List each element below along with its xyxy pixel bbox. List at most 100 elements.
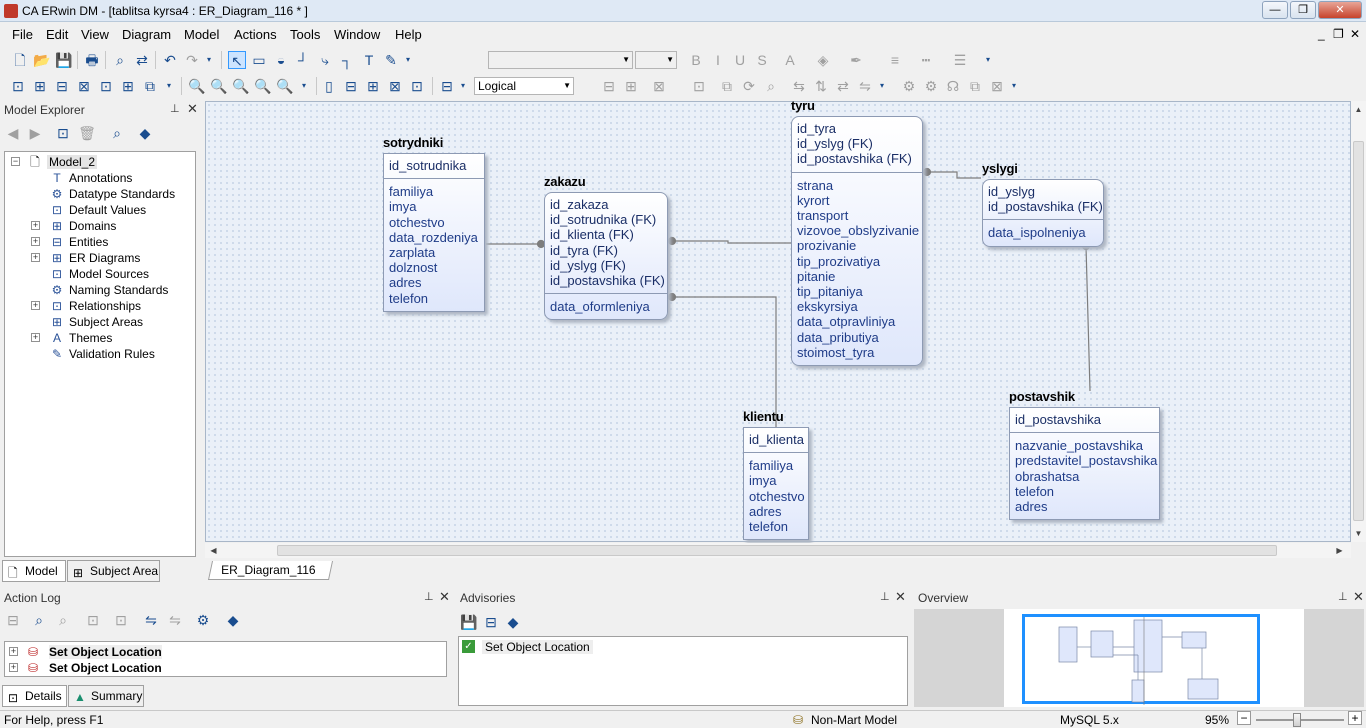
view-tool-icon[interactable]: ◒: [272, 51, 290, 69]
menu-view[interactable]: View: [81, 27, 109, 42]
primary-key-display-icon[interactable]: ⊟: [53, 77, 71, 95]
menu-help[interactable]: Help: [395, 27, 422, 42]
key-attribute[interactable]: id_sotrudnika (FK): [550, 212, 656, 227]
group-icon[interactable]: ⧉: [718, 77, 736, 95]
font-color-icon[interactable]: A: [781, 51, 799, 69]
forward-icon[interactable]: ▶: [26, 124, 44, 142]
key-attribute[interactable]: id_klienta (FK): [550, 227, 634, 242]
toolbar-overflow-icon[interactable]: ▾: [404, 51, 412, 69]
attribute[interactable]: adres: [1015, 499, 1048, 514]
fill-color-icon[interactable]: ◈: [814, 51, 832, 69]
text-block-icon[interactable]: T: [360, 51, 378, 69]
find-icon[interactable]: ⌕: [111, 51, 129, 69]
attribute[interactable]: kyrort: [797, 193, 830, 208]
open-icon[interactable]: 📂: [33, 51, 51, 69]
identifying-rel-icon[interactable]: ┘: [294, 51, 312, 69]
entity-name[interactable]: zakazu: [544, 174, 586, 189]
menu-diagram[interactable]: Diagram: [122, 27, 171, 42]
find-replace-icon[interactable]: ⇄: [133, 51, 151, 69]
details-icon[interactable]: ⊡: [112, 611, 130, 629]
line-color-icon[interactable]: ✒: [847, 51, 865, 69]
menu-window[interactable]: Window: [334, 27, 380, 42]
key-attribute[interactable]: id_postavshika (FK): [550, 273, 665, 288]
attribute[interactable]: pitanie: [797, 269, 835, 284]
definition-display-icon[interactable]: ⊡: [97, 77, 115, 95]
tree-item-relationships[interactable]: + ⊡ Relationships: [31, 298, 191, 314]
entity-name[interactable]: sotrydniki: [383, 135, 443, 150]
undo-icon[interactable]: ↶: [161, 51, 179, 69]
redo-icon[interactable]: ↷: [183, 51, 201, 69]
close-panel-icon[interactable]: ✕: [1353, 589, 1364, 605]
pin-icon[interactable]: ⊥: [424, 590, 434, 603]
expand-icon[interactable]: +: [31, 253, 40, 262]
attribute[interactable]: data_pributiya: [797, 330, 879, 345]
expand-icon[interactable]: +: [31, 221, 40, 230]
attribute[interactable]: telefon: [389, 291, 428, 306]
overview-area[interactable]: [914, 609, 1364, 707]
tree-item-model-sources[interactable]: ⊡ Model Sources: [31, 266, 191, 282]
zoom-slider-thumb[interactable]: [1293, 713, 1301, 727]
scroll-up-icon[interactable]: ▲: [1352, 103, 1365, 116]
attribute[interactable]: tip_prozivatiya: [797, 254, 880, 269]
save-icon[interactable]: 💾: [460, 613, 478, 631]
attribute[interactable]: familiya: [389, 184, 433, 199]
search-model-icon[interactable]: ⌕: [762, 77, 780, 95]
mart-checkin-icon[interactable]: ⧉: [966, 77, 984, 95]
key-attribute[interactable]: id_yslyg (FK): [550, 258, 626, 273]
attribute[interactable]: data_ispolneniya: [988, 225, 1086, 240]
expand-icon[interactable]: +: [31, 333, 40, 342]
action-log-entry[interactable]: + ⛁ Set Object Location: [9, 660, 439, 676]
tree-item-entities[interactable]: + ⊟ Entities: [31, 234, 191, 250]
entity-display-icon[interactable]: ⊡: [9, 77, 27, 95]
delete-icon[interactable]: 🗑: [78, 124, 96, 142]
expand-icon[interactable]: +: [31, 301, 40, 310]
sync-icon[interactable]: ⇋: [856, 77, 874, 95]
tag-icon[interactable]: ◆: [136, 124, 154, 142]
close-button[interactable]: ✕: [1318, 1, 1362, 19]
entity-name[interactable]: yslygi: [982, 161, 1018, 176]
find-next-icon[interactable]: ⌕: [54, 611, 72, 629]
distribute-icon[interactable]: ⊡: [690, 77, 708, 95]
key-attribute[interactable]: id_sotrudnika: [389, 158, 466, 173]
attribute[interactable]: vizovoe_obslyzivanie: [797, 223, 919, 238]
attribute[interactable]: telefon: [1015, 484, 1054, 499]
save-icon[interactable]: 💾: [55, 51, 73, 69]
italic-icon[interactable]: I: [709, 51, 727, 69]
close-panel-icon[interactable]: ✕: [187, 101, 198, 117]
diagram-canvas[interactable]: sotrydniki id_sotrudnika familiya imya otche…: [205, 98, 1351, 542]
zoom-out-button[interactable]: −: [1237, 711, 1251, 725]
attribute[interactable]: predstavitel_postavshika: [1015, 453, 1157, 468]
properties-icon[interactable]: ⊡: [54, 124, 72, 142]
key-attribute[interactable]: id_tyra: [797, 121, 836, 136]
display-level-combo[interactable]: Logical ▼: [474, 77, 574, 95]
attribute[interactable]: imya: [389, 199, 416, 214]
diagram-icon[interactable]: ▯: [320, 77, 338, 95]
mart-open-icon[interactable]: ⚙: [922, 77, 940, 95]
menu-edit[interactable]: Edit: [46, 27, 68, 42]
minimize-button[interactable]: —: [1262, 1, 1288, 19]
filter-icon[interactable]: ⊡: [84, 611, 102, 629]
vertical-scrollbar[interactable]: ▲ ▼: [1351, 101, 1366, 542]
mdi-minimize-button[interactable]: _: [1318, 27, 1325, 41]
attribute[interactable]: adres: [749, 504, 782, 519]
entity-yslygi[interactable]: yslygi id_yslyg id_postavshika (FK) data_is…: [982, 161, 1104, 247]
tree-item-naming-standards[interactable]: ⚙ Naming Standards: [31, 282, 191, 298]
entity-tyru[interactable]: tyru id_tyra id_yslyg (FK) id_postavshika (…: [791, 98, 923, 366]
attribute[interactable]: otchestvo: [389, 215, 445, 230]
horizontal-scroll-thumb[interactable]: [277, 545, 1277, 556]
tab-model[interactable]: 🗋 Model: [2, 560, 66, 582]
key-attribute[interactable]: id_postavshika: [1015, 412, 1101, 427]
layout-icon[interactable]: ⧉: [141, 77, 159, 95]
clear-icon[interactable]: ⊟: [482, 613, 500, 631]
toolbar-overflow-icon[interactable]: ▾: [300, 77, 308, 95]
attribute[interactable]: adres: [389, 275, 422, 290]
attribute[interactable]: stoimost_tyra: [797, 345, 874, 360]
many-to-many-rel-icon[interactable]: ⤷: [316, 51, 334, 69]
attribute[interactable]: obrashatsa: [1015, 469, 1079, 484]
model-icon[interactable]: ⊟: [342, 77, 360, 95]
underline-icon[interactable]: U: [731, 51, 749, 69]
entity-sotrydniki[interactable]: sotrydniki id_sotrudnika familiya imya otche…: [383, 135, 485, 312]
attribute[interactable]: dolznost: [389, 260, 437, 275]
mdi-restore-button[interactable]: ❐: [1333, 27, 1344, 41]
transform-icon[interactable]: ⊡: [408, 77, 426, 95]
